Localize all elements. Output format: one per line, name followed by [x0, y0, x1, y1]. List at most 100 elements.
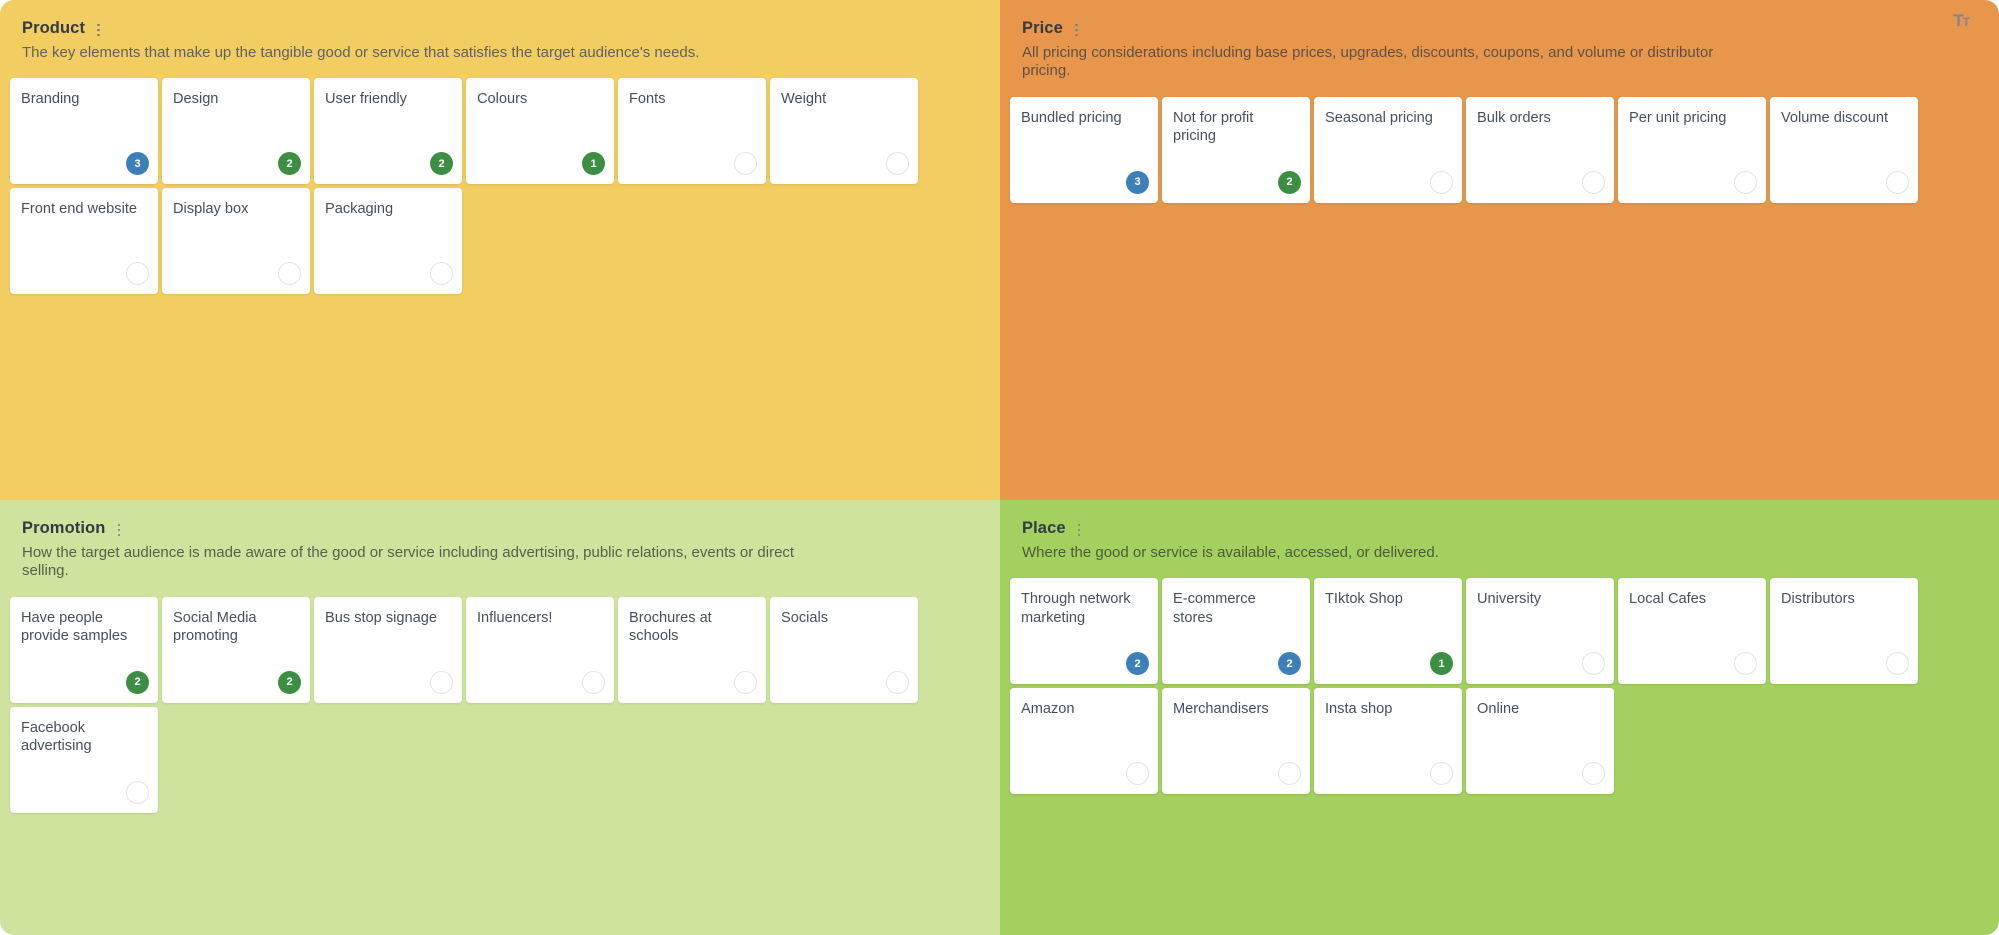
vote-count-badge[interactable]: 2	[1278, 652, 1301, 676]
sticky-card-label: Fonts	[629, 91, 666, 108]
vote-circle-empty[interactable]	[886, 152, 909, 176]
vote-circle-empty[interactable]	[886, 670, 909, 694]
vote-count-badge[interactable]: 2	[126, 670, 149, 694]
four-ps-marketing-board: Product The key elements that make up th…	[0, 0, 1999, 935]
card-list-promotion: Have people provide samples 2 Social Media…	[10, 596, 990, 817]
sticky-card-label: Not for profit pricing	[1173, 109, 1254, 144]
vote-count-badge[interactable]: 1	[582, 152, 605, 176]
sticky-card-label: Social Media promoting	[173, 609, 257, 644]
vote-circle-empty[interactable]	[1886, 652, 1909, 676]
sticky-card[interactable]: Fonts	[618, 78, 766, 185]
sticky-card[interactable]: Display box	[162, 188, 310, 295]
sticky-card-label: Amazon	[1021, 701, 1075, 718]
vote-circle-empty[interactable]	[1278, 762, 1301, 786]
sticky-card[interactable]: E-commerce stores 2	[1162, 578, 1310, 685]
sticky-card-label: Distributors	[1781, 591, 1855, 608]
sticky-card[interactable]: Merchandisers	[1162, 688, 1310, 795]
sticky-card[interactable]: Packaging	[314, 188, 462, 295]
sticky-card[interactable]: Not for profit pricing 2	[1162, 96, 1310, 203]
sticky-card[interactable]: Have people provide samples 2	[10, 596, 158, 703]
quadrant-place[interactable]: Place Where the good or service is avail…	[1000, 500, 1999, 935]
vote-count-badge[interactable]: 2	[1278, 170, 1301, 194]
vote-circle-empty[interactable]	[126, 780, 149, 804]
quadrant-title-promotion: Promotion	[22, 519, 106, 537]
sticky-card[interactable]: Local Cafes	[1618, 578, 1766, 685]
kebab-menu-icon[interactable]	[1077, 521, 1081, 538]
sticky-card[interactable]: Colours 1	[466, 78, 614, 185]
sticky-card-label: TIktok Shop	[1325, 591, 1403, 608]
sticky-card[interactable]: Front end website	[10, 188, 158, 295]
sticky-card[interactable]: Facebook advertising	[10, 706, 158, 813]
sticky-card-label: Weight	[781, 91, 827, 108]
sticky-card[interactable]: Branding 3	[10, 78, 158, 185]
sticky-card[interactable]: Through network marketing 2	[1010, 578, 1158, 685]
sticky-card-label: Merchandisers	[1173, 701, 1269, 718]
sticky-card[interactable]: Bulk orders	[1466, 96, 1614, 203]
vote-circle-empty[interactable]	[1430, 762, 1453, 786]
sticky-card[interactable]: Bundled pricing 3	[1010, 96, 1158, 203]
sticky-card-label: Facebook advertising	[21, 719, 92, 754]
vote-count-badge[interactable]: 2	[1126, 652, 1149, 676]
sticky-card-label: Brochures at schools	[629, 609, 712, 644]
card-list-product: Branding 3 Design 2 User friendly 2 Colours 1 Fo…	[10, 78, 990, 298]
vote-circle-empty[interactable]	[1886, 170, 1909, 194]
sticky-card-label: Seasonal pricing	[1325, 109, 1433, 126]
quadrant-promotion[interactable]: Promotion How the target audience is mad…	[0, 500, 1000, 935]
sticky-card-label: Per unit pricing	[1629, 109, 1727, 126]
sticky-card-label: Bus stop signage	[325, 609, 437, 626]
sticky-card[interactable]: Distributors	[1770, 578, 1918, 685]
vote-circle-empty[interactable]	[582, 670, 605, 694]
vote-count-badge[interactable]: 1	[1430, 652, 1453, 676]
vote-count-badge[interactable]: 2	[278, 670, 301, 694]
vote-circle-empty[interactable]	[734, 670, 757, 694]
sticky-card[interactable]: Online	[1466, 688, 1614, 795]
sticky-card-label: Branding	[21, 91, 80, 108]
sticky-card[interactable]: Volume discount	[1770, 96, 1918, 203]
vote-circle-empty[interactable]	[278, 262, 301, 286]
vote-circle-empty[interactable]	[1430, 170, 1453, 194]
sticky-card-label: Bundled pricing	[1021, 109, 1122, 126]
sticky-card[interactable]: Social Media promoting 2	[162, 596, 310, 703]
sticky-card-label: Socials	[781, 609, 829, 626]
sticky-card[interactable]: Socials	[770, 596, 918, 703]
vote-count-badge[interactable]: 3	[126, 152, 149, 176]
sticky-card[interactable]: TIktok Shop 1	[1314, 578, 1462, 685]
vote-circle-empty[interactable]	[126, 262, 149, 286]
vote-count-badge[interactable]: 2	[430, 152, 453, 176]
vote-circle-empty[interactable]	[1126, 762, 1149, 786]
sticky-card-label: Bulk orders	[1477, 109, 1551, 126]
sticky-card[interactable]: Influencers!	[466, 596, 614, 703]
sticky-card[interactable]: Brochures at schools	[618, 596, 766, 703]
vote-circle-empty[interactable]	[734, 152, 757, 176]
quadrant-title-product: Product	[22, 19, 86, 37]
sticky-card[interactable]: Amazon	[1010, 688, 1158, 795]
quadrant-description-place: Where the good or service is available, …	[1022, 544, 1439, 561]
sticky-card[interactable]: Design 2	[162, 78, 310, 185]
sticky-card[interactable]: University	[1466, 578, 1614, 685]
vote-circle-empty[interactable]	[1582, 762, 1605, 786]
quadrant-product[interactable]: Product The key elements that make up th…	[0, 0, 1000, 500]
vote-circle-empty[interactable]	[1582, 652, 1605, 676]
text-size-icon[interactable]: TT	[1953, 12, 1970, 29]
quadrant-description-product: The key elements that make up the tangib…	[22, 44, 700, 61]
quadrant-price[interactable]: TT Price All pricing considerations incl…	[1000, 0, 1999, 500]
sticky-card[interactable]: Seasonal pricing	[1314, 96, 1462, 203]
quadrant-description-promotion: How the target audience is made aware of…	[22, 544, 795, 580]
sticky-card[interactable]: Bus stop signage	[314, 596, 462, 703]
vote-circle-empty[interactable]	[1734, 170, 1757, 194]
kebab-menu-icon[interactable]	[117, 521, 121, 538]
vote-circle-empty[interactable]	[1734, 652, 1757, 676]
vote-circle-empty[interactable]	[1582, 170, 1605, 194]
sticky-card[interactable]: Per unit pricing	[1618, 96, 1766, 203]
sticky-card[interactable]: Weight	[770, 78, 918, 185]
vote-circle-empty[interactable]	[430, 670, 453, 694]
kebab-menu-icon[interactable]	[1074, 21, 1078, 38]
kebab-menu-icon[interactable]	[97, 21, 101, 38]
vote-count-badge[interactable]: 3	[1126, 170, 1149, 194]
sticky-card[interactable]: Insta shop	[1314, 688, 1462, 795]
quadrant-header-promotion: Promotion How the target audience is mad…	[10, 510, 990, 587]
sticky-card[interactable]: User friendly 2	[314, 78, 462, 185]
vote-count-badge[interactable]: 2	[278, 152, 301, 176]
vote-circle-empty[interactable]	[430, 262, 453, 286]
sticky-card-label: Local Cafes	[1629, 591, 1707, 608]
